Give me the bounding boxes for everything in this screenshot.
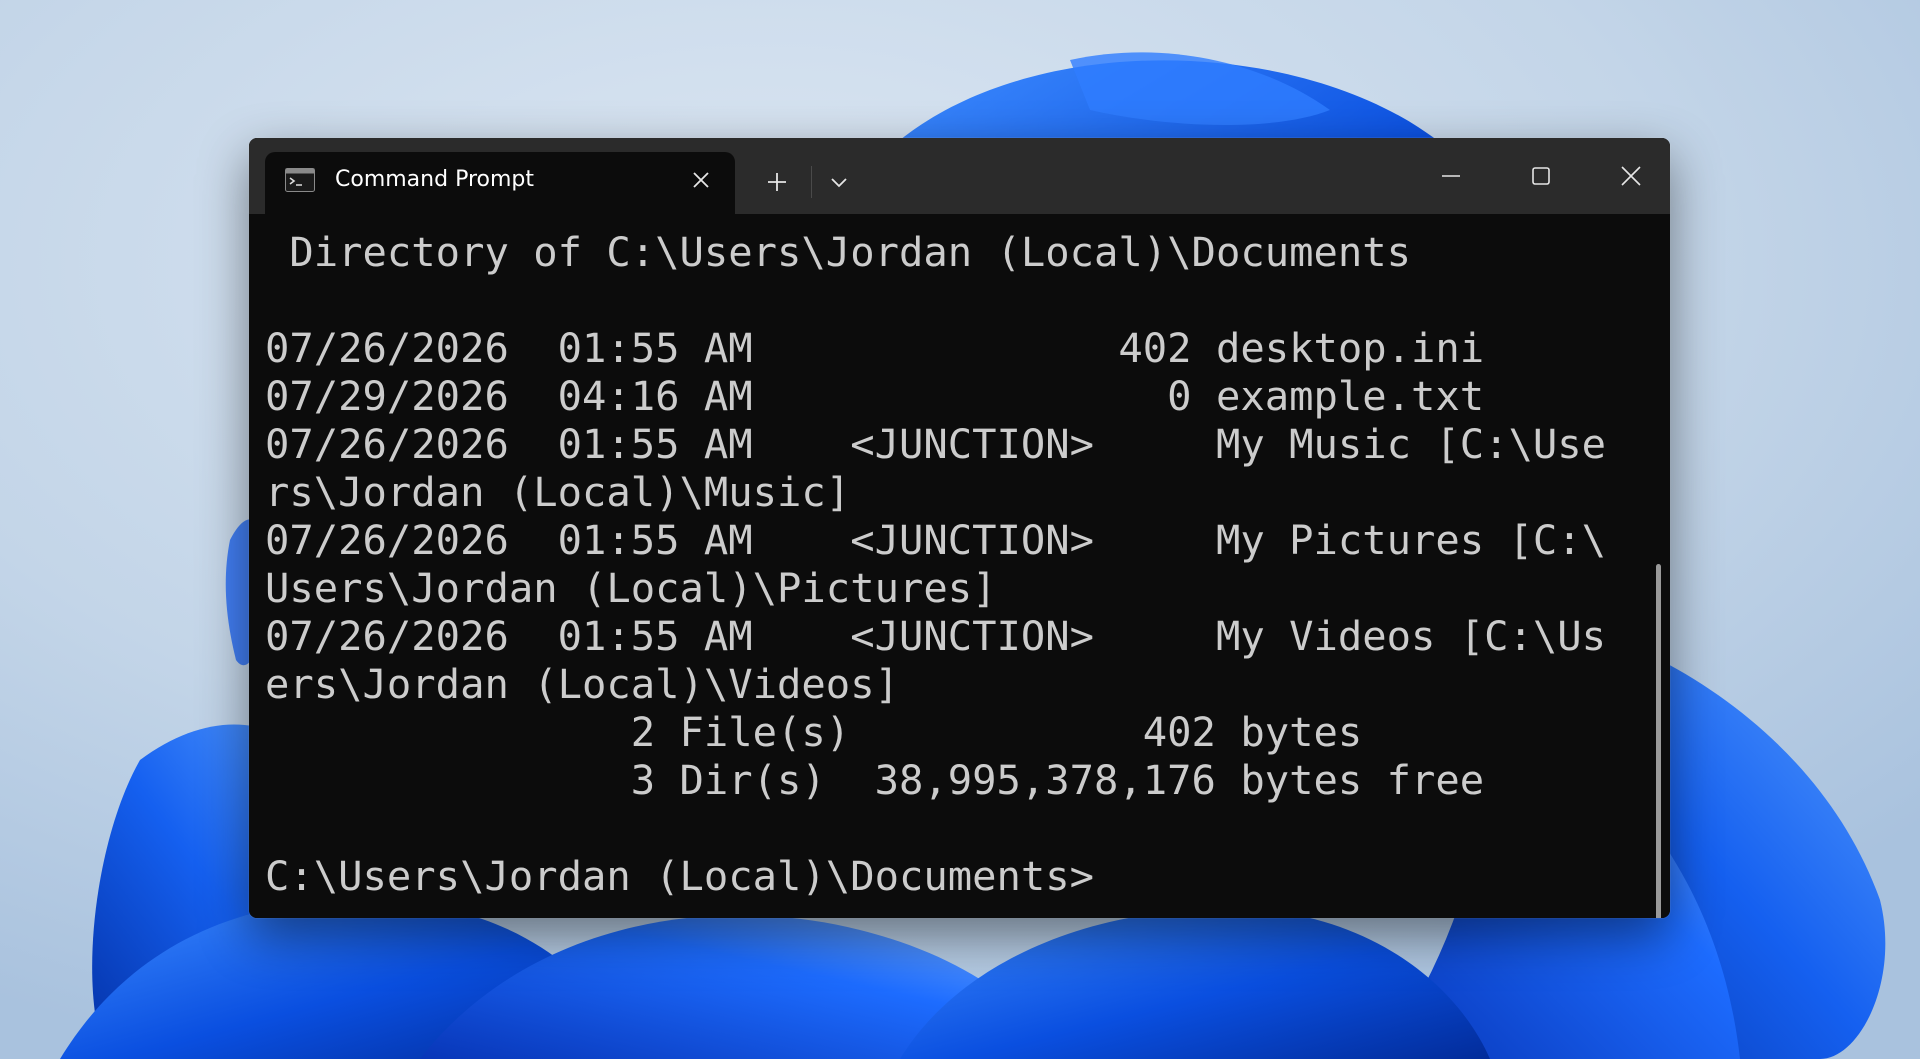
tab-separator — [811, 166, 812, 198]
console-line: 2 File(s) 402 bytes — [265, 708, 1363, 756]
minimize-icon — [1442, 175, 1460, 177]
close-icon — [1621, 166, 1641, 186]
console-line: 07/26/2026 01:55 AM <JUNCTION> My Pictur… — [265, 516, 1607, 564]
console-line: 07/29/2026 04:16 AM 0 example.txt — [265, 372, 1485, 420]
chevron-down-icon — [831, 178, 847, 188]
new-tab-button[interactable] — [755, 162, 799, 202]
command-prompt-window: Command Prompt Directory of C:\Users\Jor… — [249, 138, 1670, 918]
console-line: Users\Jordan (Local)\Pictures] — [265, 564, 997, 612]
console-output-area[interactable]: Directory of C:\Users\Jordan (Local)\Doc… — [249, 214, 1670, 918]
plus-icon — [768, 173, 786, 191]
maximize-icon — [1532, 167, 1550, 185]
console-line: ers\Jordan (Local)\Videos] — [265, 660, 899, 708]
title-bar[interactable]: Command Prompt — [249, 138, 1670, 214]
close-window-button[interactable] — [1595, 152, 1667, 200]
console-line: 07/26/2026 01:55 AM <JUNCTION> My Videos… — [265, 612, 1607, 660]
tab-close-button[interactable] — [687, 166, 715, 194]
tab-dropdown-button[interactable] — [817, 162, 861, 202]
tab-command-prompt[interactable]: Command Prompt — [265, 152, 735, 214]
console-line: 07/26/2026 01:55 AM 402 desktop.ini — [265, 324, 1485, 372]
console-line: 07/26/2026 01:55 AM <JUNCTION> My Music … — [265, 420, 1607, 468]
scrollbar-thumb[interactable] — [1656, 564, 1661, 918]
console-line: rs\Jordan (Local)\Music] — [265, 468, 851, 516]
console-line: 3 Dir(s) 38,995,378,176 bytes free — [265, 756, 1485, 804]
console-line: Directory of C:\Users\Jordan (Local)\Doc… — [265, 228, 1412, 276]
command-prompt-line[interactable]: C:\Users\Jordan (Local)\Documents> — [265, 852, 1094, 900]
console-text: Directory of C:\Users\Jordan (Local)\Doc… — [265, 228, 1645, 900]
tab-title: Command Prompt — [335, 167, 534, 192]
close-icon — [693, 172, 709, 188]
command-prompt-icon — [285, 168, 315, 192]
maximize-button[interactable] — [1505, 152, 1577, 200]
minimize-button[interactable] — [1415, 152, 1487, 200]
